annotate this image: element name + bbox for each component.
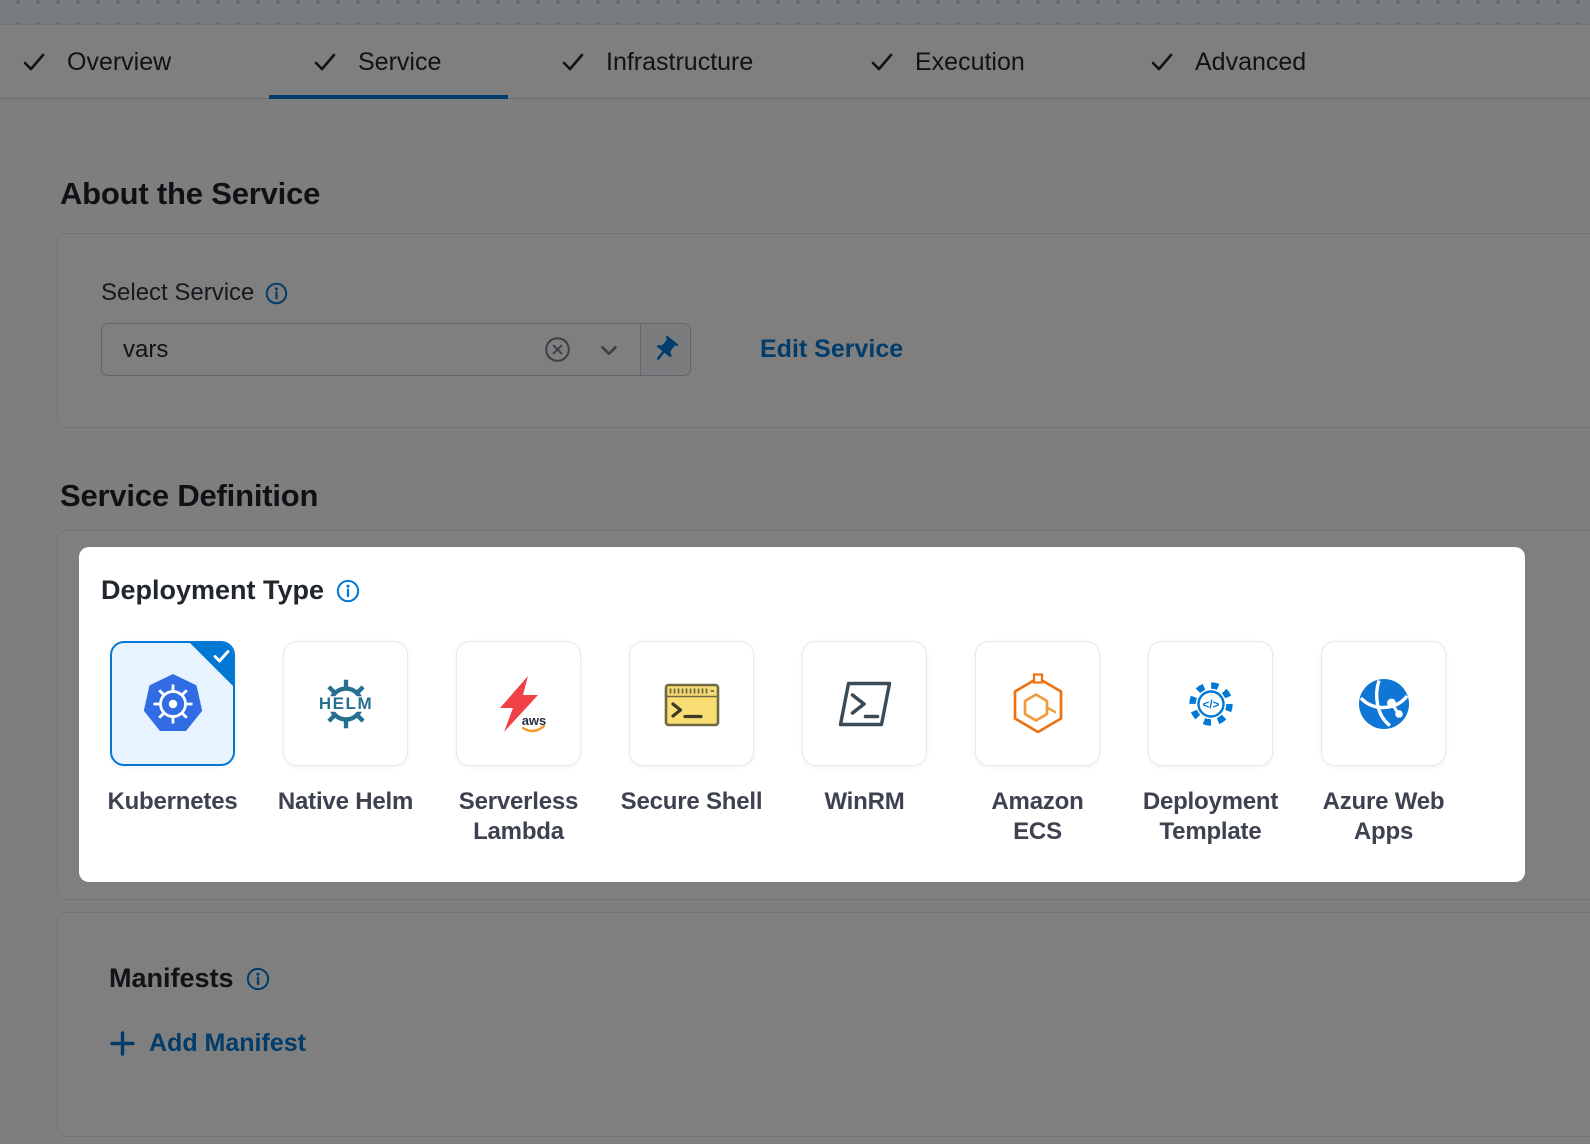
serverless-lambda-icon: aws [487,672,551,736]
deployment-type-panel: Deployment Type [79,547,1525,882]
terminal-icon [660,672,724,736]
option-native-helm: HELM Native Helm [283,641,408,847]
deployment-type-options: Kubernetes HELM Native Helm [110,641,1446,847]
azure-web-apps-tile[interactable] [1321,641,1446,766]
kubernetes-icon [141,673,205,735]
winrm-tile[interactable] [802,641,927,766]
deployment-type-label: Deployment Type [101,575,324,606]
amazon-ecs-tile[interactable] [975,641,1100,766]
native-helm-tile[interactable]: HELM [283,641,408,766]
kubernetes-tile[interactable] [110,641,235,766]
gear-code-icon: </> [1179,672,1243,736]
deployment-template-tile[interactable]: </> [1148,641,1273,766]
option-serverless-lambda: aws Serverless Lambda [456,641,581,847]
svg-text:</>: </> [1202,699,1219,711]
option-label: Amazon ECS [950,787,1126,847]
option-label: Secure Shell [604,787,780,817]
serverless-lambda-tile[interactable]: aws [456,641,581,766]
option-azure-web-apps: Azure Web Apps [1321,641,1446,847]
option-secure-shell: Secure Shell [629,641,754,847]
powershell-icon [833,672,897,736]
ecs-hexagon-icon [1006,672,1070,736]
info-icon[interactable] [336,579,360,603]
option-label: Native Helm [258,787,434,817]
secure-shell-tile[interactable] [629,641,754,766]
option-label: Kubernetes [85,787,261,817]
option-kubernetes: Kubernetes [110,641,235,847]
option-label: Azure Web Apps [1296,787,1472,847]
option-winrm: WinRM [802,641,927,847]
helm-icon: HELM [313,671,379,737]
option-deployment-template: </> Deployment Template [1148,641,1273,847]
option-label: Serverless Lambda [431,787,607,847]
globe-icon [1352,672,1416,736]
option-amazon-ecs: Amazon ECS [975,641,1100,847]
option-label: Deployment Template [1123,787,1299,847]
option-label: WinRM [777,787,953,817]
svg-text:HELM: HELM [318,693,372,712]
